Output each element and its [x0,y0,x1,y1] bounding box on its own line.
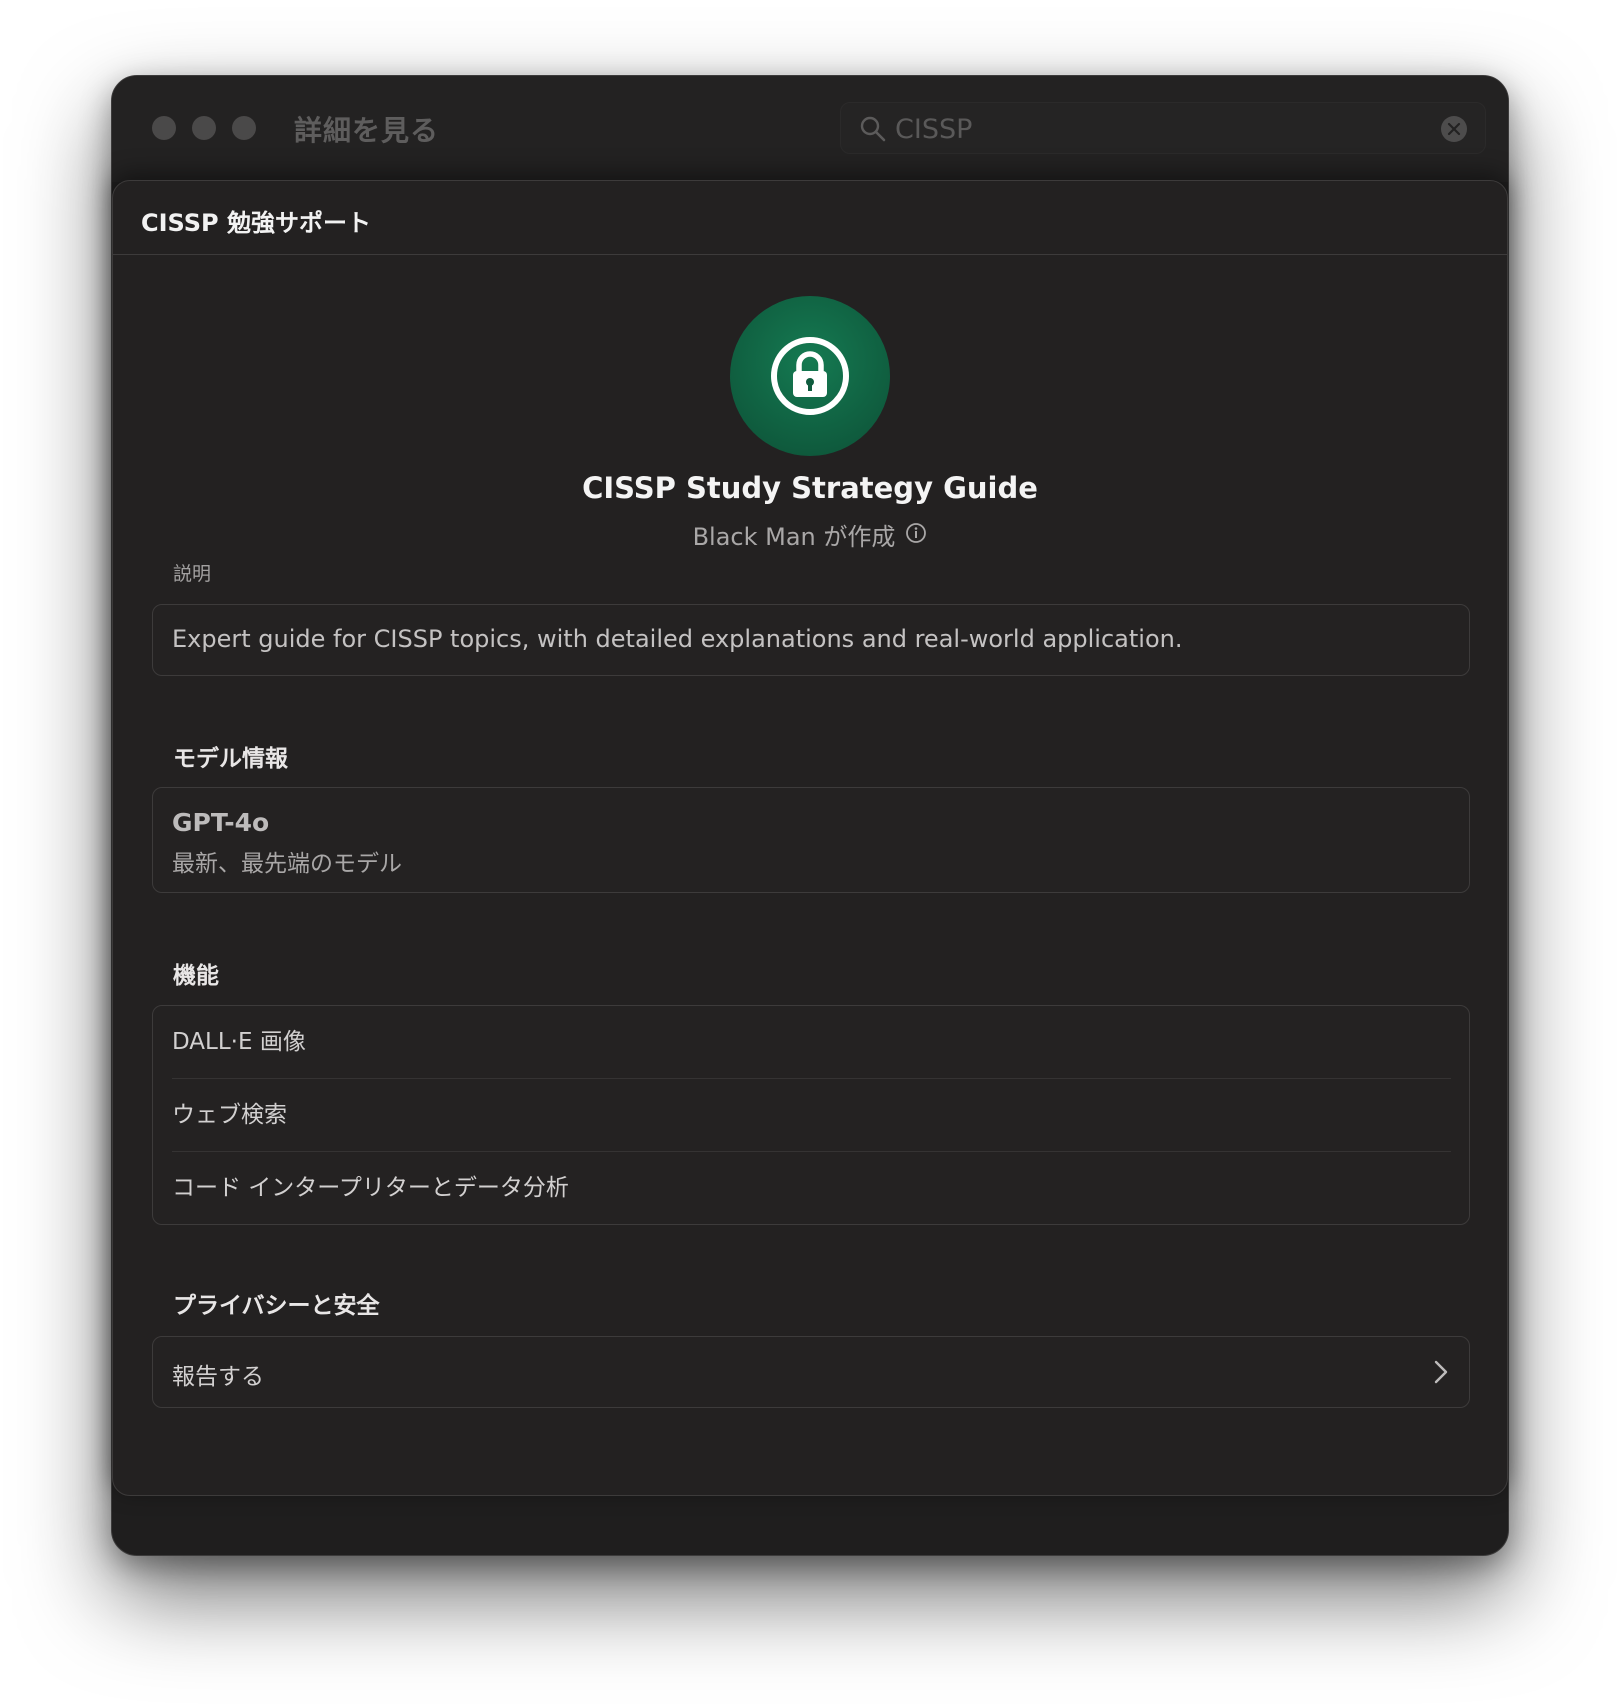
info-icon[interactable] [905,522,927,550]
gpt-details-sheet: CISSP 勉強サポート CISSP Study Strategy Guide … [112,180,1508,1496]
creator-label: Black Man が作成 [692,523,896,551]
minimize-window-button[interactable] [192,116,216,140]
close-icon [1447,122,1461,136]
capability-item: DALL·E 画像 [172,1006,1451,1079]
description-label: 説明 [173,563,212,585]
creator-line: Black Man が作成 [113,517,1507,552]
report-button[interactable]: 報告する [152,1336,1470,1408]
report-label: 報告する [172,1364,264,1390]
description-text: Expert guide for CISSP topics, with deta… [172,625,1183,653]
lock-icon [771,337,849,415]
zoom-window-button[interactable] [232,116,256,140]
close-window-button[interactable] [152,116,176,140]
description-card: Expert guide for CISSP topics, with deta… [152,604,1470,676]
capabilities-card: DALL·E 画像 ウェブ検索 コード インタープリターとデータ分析 [152,1005,1470,1225]
window-title: 詳細を見る [294,114,440,147]
sheet-title: CISSP 勉強サポート [141,209,371,237]
search-input[interactable] [895,109,1415,149]
model-description: 最新、最先端のモデル [172,851,402,877]
privacy-heading: プライバシーと安全 [173,1293,380,1319]
sheet-header: CISSP 勉強サポート [113,181,1507,255]
gpt-name: CISSP Study Strategy Guide [582,471,1038,505]
title-bar: 詳細を見る [112,76,1508,182]
model-name: GPT-4o [172,808,270,837]
chevron-right-icon [1434,1360,1448,1384]
capability-item: ウェブ検索 [172,1079,1451,1152]
gpt-avatar [730,296,890,456]
model-info-card: GPT-4o 最新、最先端のモデル [152,787,1470,893]
capability-item: コード インタープリターとデータ分析 [172,1175,569,1201]
model-info-heading: モデル情報 [173,746,288,772]
search-bar [840,102,1486,154]
clear-search-button[interactable] [1441,116,1467,142]
capabilities-heading: 機能 [173,963,219,989]
search-icon [860,116,886,142]
